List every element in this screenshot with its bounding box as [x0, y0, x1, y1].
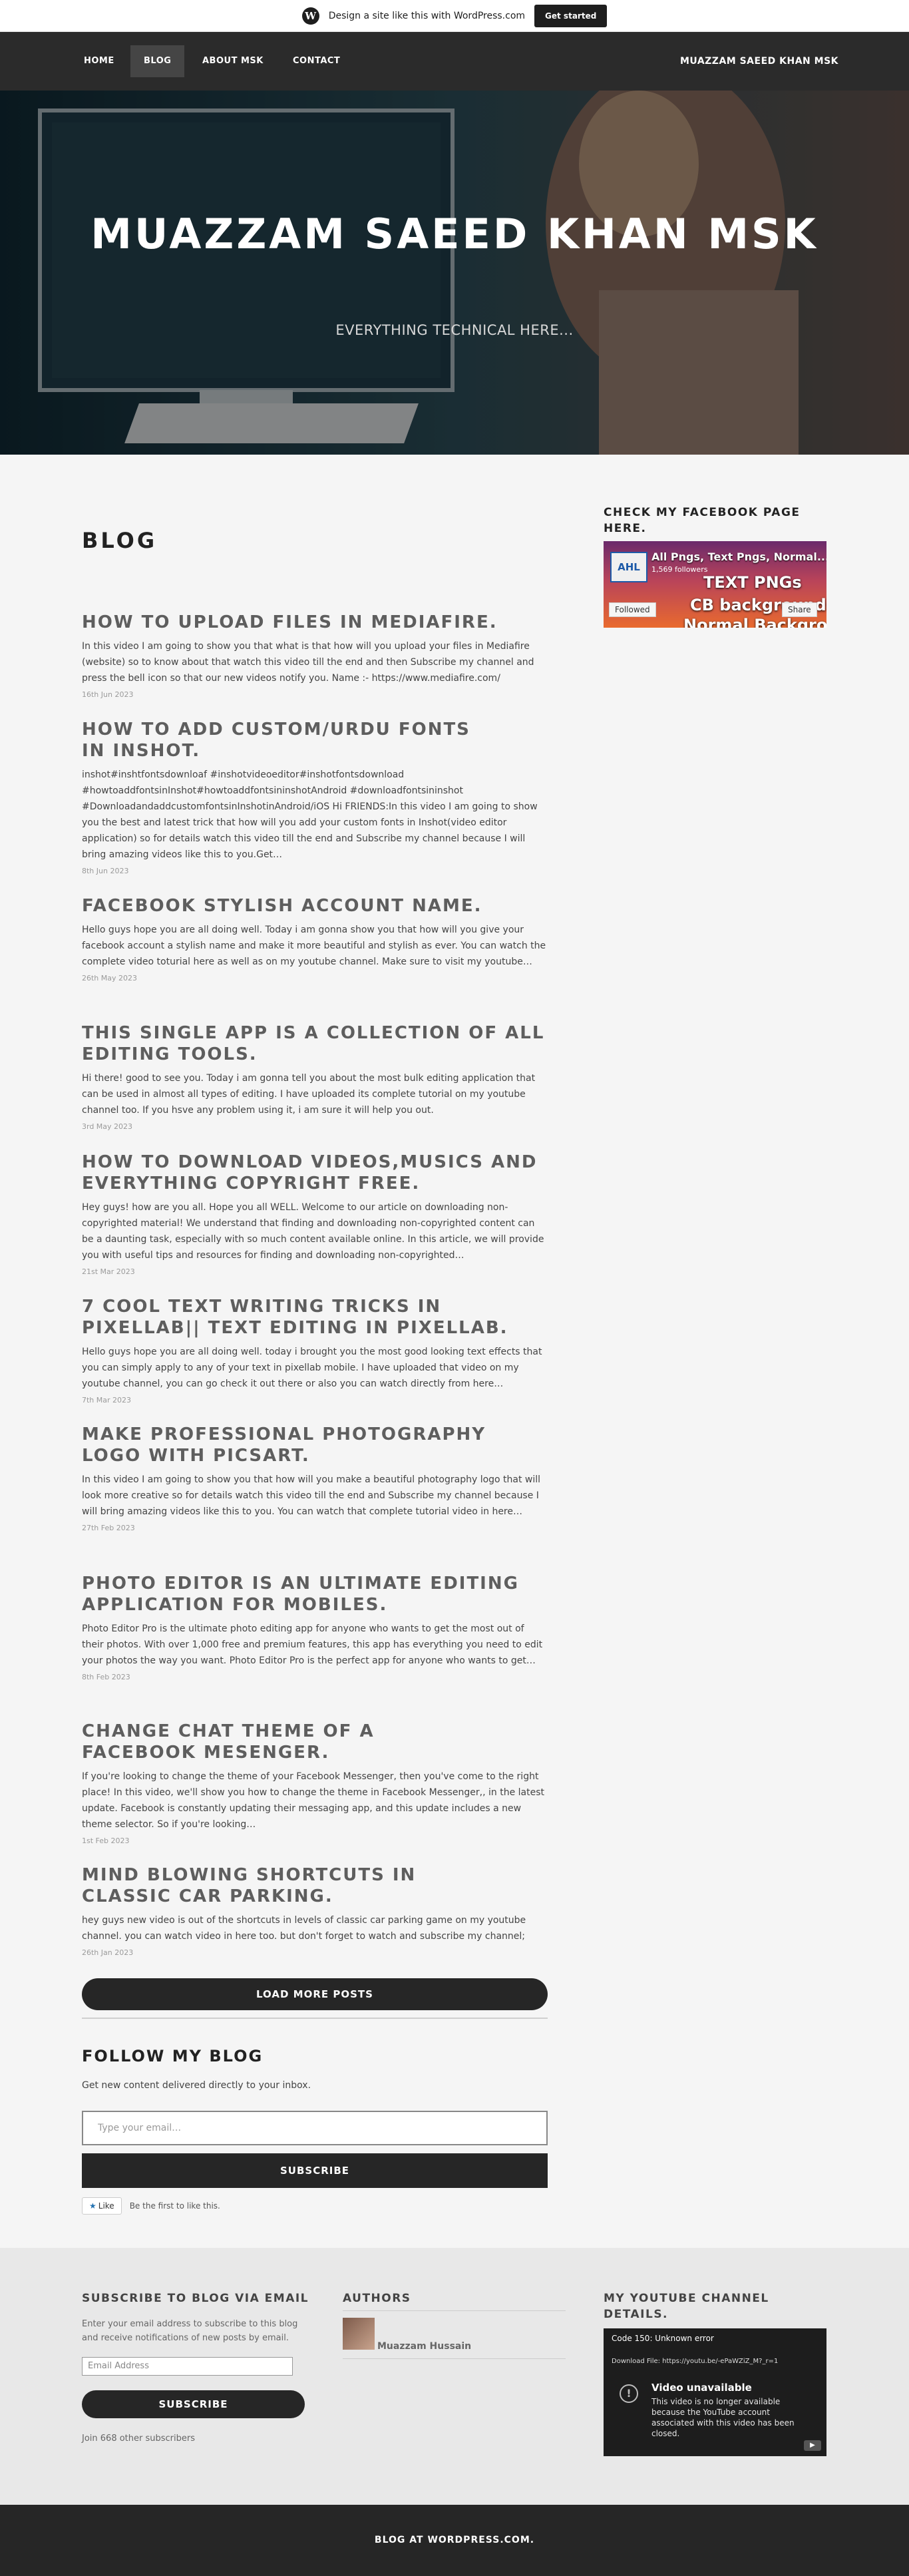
post-item: 7 COOL TEXT WRITING TRICKS IN PIXELLAB||…: [82, 1296, 548, 1404]
footer-link[interactable]: BLOG AT WORDPRESS.COM.: [375, 2535, 534, 2545]
footer-widgets: SUBSCRIBE TO BLOG VIA EMAIL Enter your e…: [0, 2248, 909, 2505]
wordpress-logo-icon[interactable]: W: [301, 7, 319, 25]
avatar[interactable]: [343, 2318, 375, 2350]
nav-about[interactable]: ABOUT MSK: [189, 45, 277, 77]
post-item: HOW TO UPLOAD FILES IN MEDIAFIRE. In thi…: [82, 612, 548, 699]
follow-subscribe-button[interactable]: SUBSCRIBE: [82, 2153, 548, 2188]
follow-blog-title: FOLLOW MY BLOG: [82, 2047, 264, 2065]
nav-blog[interactable]: BLOG: [130, 45, 185, 77]
post-excerpt: If you're looking to change the theme of…: [82, 1771, 544, 1830]
main-nav: HOME BLOG ABOUT MSK CONTACT MUAZZAM SAEE…: [0, 32, 909, 91]
post-date[interactable]: 16th Jun 2023: [82, 690, 548, 699]
post-title[interactable]: MAKE PROFESSIONAL PHOTOGRAPHY LOGO WITH …: [82, 1424, 548, 1466]
post-date[interactable]: 7th Mar 2023: [82, 1396, 548, 1404]
post-item: HOW TO DOWNLOAD VIDEOS,MUSICS AND EVERYT…: [82, 1152, 548, 1276]
post-date[interactable]: 8th Feb 2023: [82, 1673, 548, 1681]
divider: [343, 2358, 566, 2359]
post-item: HOW TO ADD CUSTOM/URDU FONTS IN INSHOT. …: [82, 719, 548, 875]
nav-home[interactable]: HOME: [71, 45, 128, 77]
subscribe-button[interactable]: SUBSCRIBE: [82, 2390, 305, 2418]
alert-icon: !: [620, 2384, 638, 2403]
hero-background-image: [0, 91, 909, 455]
subscribe-email-input[interactable]: Email Address: [82, 2357, 293, 2376]
follow-email-input[interactable]: Type your email…: [82, 2111, 548, 2145]
facebook-page-name[interactable]: All Pngs, Text Pngs, Normal...: [651, 550, 826, 563]
post-excerpt: In this video I am going to show you tha…: [82, 641, 534, 684]
post-excerpt: inshot#inshtfontsdownloaf #inshotvideoed…: [82, 769, 538, 860]
star-icon: ★: [89, 2201, 96, 2211]
post-title[interactable]: MIND BLOWING SHORTCUTS IN CLASSIC CAR PA…: [82, 1864, 508, 1907]
post-date[interactable]: 21st Mar 2023: [82, 1267, 548, 1276]
post-item: MIND BLOWING SHORTCUTS IN CLASSIC CAR PA…: [82, 1864, 548, 1957]
facebook-follow-button[interactable]: Followed: [609, 602, 656, 617]
subscriber-count: Join 668 other subscribers: [82, 2434, 195, 2444]
post-item: CHANGE CHAT THEME OF A FACEBOOK MESENGER…: [82, 1721, 548, 1845]
post-item: THIS SINGLE APP IS A COLLECTION OF ALL E…: [82, 1022, 548, 1131]
post-excerpt: Photo Editor Pro is the ultimate photo e…: [82, 1623, 543, 1666]
post-excerpt: Hi there! good to see you. Today i am go…: [82, 1073, 536, 1116]
facebook-widget-title: CHECK MY FACEBOOK PAGE HERE.: [604, 506, 801, 535]
post-excerpt: hey guys new video is out of the shortcu…: [82, 1915, 526, 1942]
facebook-cover-text: TEXT PNGs: [703, 573, 802, 592]
post-item: FACEBOOK STYLISH ACCOUNT NAME. Hello guy…: [82, 895, 548, 982]
post-excerpt: Hey guys! how are you all. Hope you all …: [82, 1202, 544, 1261]
post-item: PHOTO EDITOR IS AN ULTIMATE EDITING APPL…: [82, 1573, 548, 1681]
post-date[interactable]: 1st Feb 2023: [82, 1836, 548, 1845]
post-title[interactable]: PHOTO EDITOR IS AN ULTIMATE EDITING APPL…: [82, 1573, 548, 1615]
follow-blog-description: Get new content delivered directly to yo…: [82, 2080, 311, 2091]
wordpress-promo-bar: W Design a site like this with WordPress…: [0, 0, 909, 32]
nav-contact[interactable]: CONTACT: [279, 45, 353, 77]
load-more-posts-button[interactable]: LOAD MORE POSTS: [82, 1978, 548, 2010]
post-title[interactable]: HOW TO DOWNLOAD VIDEOS,MUSICS AND EVERYT…: [82, 1152, 548, 1194]
post-title[interactable]: THIS SINGLE APP IS A COLLECTION OF ALL E…: [82, 1022, 548, 1065]
post-date[interactable]: 3rd May 2023: [82, 1122, 548, 1131]
like-widget: ★ Like Be the first to like this.: [82, 2197, 220, 2215]
post-date[interactable]: 26th Jan 2023: [82, 1948, 548, 1957]
facebook-cover-text: Normal Backgrounds: [683, 616, 826, 628]
site-name-link[interactable]: MUAZZAM SAEED KHAN MSK: [680, 45, 838, 77]
hero-banner: MUAZZAM SAEED KHAN MSK EVERYTHING TECHNI…: [0, 91, 909, 455]
facebook-page-card[interactable]: AHL All Pngs, Text Pngs, Normal... 1,569…: [604, 541, 826, 628]
post-title[interactable]: CHANGE CHAT THEME OF A FACEBOOK MESENGER…: [82, 1721, 375, 1763]
post-date[interactable]: 26th May 2023: [82, 974, 548, 982]
facebook-page-logo: AHL: [610, 552, 647, 582]
divider: [82, 2018, 548, 2019]
post-title[interactable]: 7 COOL TEXT WRITING TRICKS IN PIXELLAB||…: [82, 1296, 548, 1339]
youtube-error-code: Code 150: Unknown error: [612, 2334, 714, 2343]
hero-title[interactable]: MUAZZAM SAEED KHAN MSK: [0, 204, 909, 265]
youtube-unavailable-message: This video is no longer available becaus…: [651, 2397, 795, 2438]
like-text: Be the first to like this.: [129, 2201, 220, 2211]
facebook-share-button[interactable]: Share: [782, 602, 817, 617]
post-excerpt: In this video I am going to show you tha…: [82, 1474, 541, 1517]
facebook-follower-count: 1,569 followers: [651, 565, 708, 574]
post-title[interactable]: HOW TO UPLOAD FILES IN MEDIAFIRE.: [82, 612, 548, 633]
post-excerpt: Hello guys hope you are all doing well. …: [82, 1347, 542, 1389]
youtube-logo-icon[interactable]: ▶: [804, 2440, 821, 2451]
subscribe-email-description: Enter your email address to subscribe to…: [82, 2319, 298, 2343]
post-title[interactable]: FACEBOOK STYLISH ACCOUNT NAME.: [82, 895, 548, 917]
promo-text: Design a site like this with WordPress.c…: [328, 10, 526, 21]
post-date[interactable]: 8th Jun 2023: [82, 867, 548, 875]
page-title: BLOG: [82, 528, 158, 553]
subscribe-email-title: SUBSCRIBE TO BLOG VIA EMAIL: [82, 2292, 309, 2305]
youtube-unavailable-title: Video unavailable: [651, 2382, 752, 2394]
post-title[interactable]: HOW TO ADD CUSTOM/URDU FONTS IN INSHOT.: [82, 719, 481, 761]
get-started-button[interactable]: Get started: [534, 4, 608, 27]
youtube-widget-title: MY YOUTUBE CHANNEL DETAILS.: [604, 2292, 769, 2321]
author-name[interactable]: Muazzam Hussain: [377, 2341, 471, 2352]
authors-title: AUTHORS: [343, 2292, 411, 2305]
post-date[interactable]: 27th Feb 2023: [82, 1524, 548, 1532]
divider: [343, 2310, 566, 2311]
post-excerpt: Hello guys hope you are all doing well. …: [82, 925, 546, 967]
hero-subtitle: EVERYTHING TECHNICAL HERE...: [335, 322, 574, 338]
youtube-download-line: Download File: https://youtu.be/-ePaWZiZ…: [612, 2358, 779, 2365]
like-button-label: Like: [98, 2201, 114, 2211]
like-button[interactable]: ★ Like: [82, 2197, 122, 2215]
site-footer: BLOG AT WORDPRESS.COM.: [0, 2505, 909, 2576]
post-item: MAKE PROFESSIONAL PHOTOGRAPHY LOGO WITH …: [82, 1424, 548, 1532]
youtube-embed[interactable]: Code 150: Unknown error Download File: h…: [604, 2328, 826, 2456]
